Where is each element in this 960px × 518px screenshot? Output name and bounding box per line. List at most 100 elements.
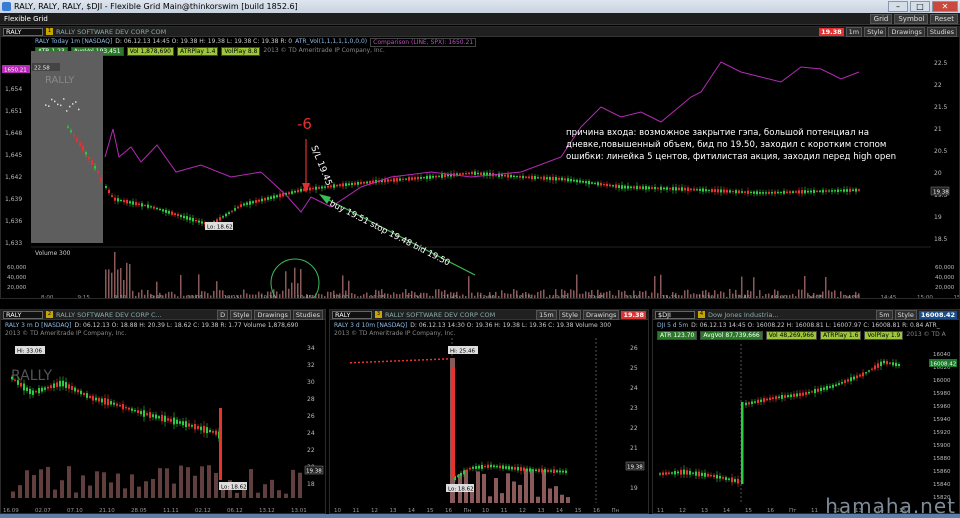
gap-up-candle xyxy=(741,402,744,484)
link-icon[interactable]: 1 xyxy=(46,28,53,35)
volume-bar xyxy=(288,288,290,298)
volume-bar xyxy=(798,289,800,298)
daily-candle xyxy=(50,385,52,389)
volume-bar xyxy=(393,292,395,298)
premarket-tick xyxy=(54,100,56,103)
main-candle xyxy=(216,219,218,222)
style-button[interactable]: Style xyxy=(230,310,253,320)
main-candle xyxy=(561,177,563,181)
symbol-input[interactable]: $DJI xyxy=(655,310,695,319)
main-candle xyxy=(201,221,203,224)
volume-bar xyxy=(270,479,274,498)
main-candle xyxy=(564,178,566,181)
volume-bar xyxy=(324,296,326,298)
volume-bar xyxy=(144,481,148,498)
daily-candle xyxy=(98,397,100,402)
time-axis-label: 11:30 xyxy=(406,295,422,299)
main-candle xyxy=(588,180,590,185)
main-candle xyxy=(669,188,671,190)
dji-prior-candle xyxy=(674,471,676,475)
volume-bar xyxy=(621,291,623,298)
stop-loss-label: S/L 19.45 xyxy=(308,144,333,187)
volume-bar xyxy=(366,292,368,298)
timeframe-button[interactable]: 5m xyxy=(876,310,893,320)
studies-button[interactable]: Studies xyxy=(926,27,957,37)
dji-prior-candle xyxy=(686,470,688,475)
dji-price-chart[interactable]: 1604016020160001598015960159401592015900… xyxy=(653,344,959,514)
main-candle xyxy=(414,177,416,180)
dji-prior-candle xyxy=(704,472,706,477)
style-button[interactable]: Style xyxy=(558,310,582,320)
minimize-button[interactable]: – xyxy=(888,1,908,12)
timeframe-button[interactable]: 15m xyxy=(536,310,557,320)
main-candle xyxy=(666,187,668,190)
dji-candle xyxy=(832,384,834,388)
volume-bar xyxy=(795,296,797,298)
main-candle xyxy=(807,190,809,193)
main-candle xyxy=(234,208,236,211)
volume-bar xyxy=(792,293,794,298)
main-candle xyxy=(762,192,764,194)
dji-candle xyxy=(748,402,750,405)
volume-bar xyxy=(726,296,728,298)
maximize-button[interactable]: □ xyxy=(910,1,930,12)
style-button[interactable]: Style xyxy=(864,27,887,37)
daily-candle xyxy=(188,423,190,427)
premarket-candle xyxy=(67,126,69,128)
volume-bar xyxy=(102,472,106,498)
grid-button[interactable]: Grid xyxy=(869,14,893,24)
close-button[interactable]: ✕ xyxy=(932,1,958,12)
main-candle xyxy=(108,189,110,194)
volume-bar xyxy=(459,295,461,298)
dji-candle xyxy=(757,399,759,404)
main-candle xyxy=(831,190,833,192)
link-icon[interactable]: 2 xyxy=(46,311,53,318)
symbol-input[interactable]: RALY xyxy=(3,27,43,36)
style-button[interactable]: Style xyxy=(894,310,917,320)
drawings-button[interactable]: Drawings xyxy=(583,310,620,320)
drawings-button[interactable]: Drawings xyxy=(254,310,291,320)
main-candle xyxy=(120,199,122,202)
link-icon[interactable]: 3 xyxy=(375,311,382,318)
window-controls: – □ ✕ xyxy=(888,1,958,12)
reset-button[interactable]: Reset xyxy=(930,14,958,24)
time-axis-label: 10:00 xyxy=(187,295,203,299)
main-candle xyxy=(624,185,626,189)
daily-candle xyxy=(23,383,25,391)
studies-button[interactable]: Studies xyxy=(292,310,323,320)
main-candle xyxy=(741,191,743,193)
main-price-chart[interactable]: RALLY22.52221.52120.52019.51918.51,6541,… xyxy=(1,37,959,299)
dji-prior-candle xyxy=(734,479,736,482)
volume-axis-label: 40,000 xyxy=(935,275,955,281)
link-icon[interactable]: 4 xyxy=(698,311,705,318)
symbol-input[interactable]: RALY xyxy=(3,310,43,319)
daily-candle xyxy=(14,379,16,381)
prior-session-tick xyxy=(386,360,388,363)
volume-bar xyxy=(714,290,716,298)
price-axis-label: 25 xyxy=(630,365,638,372)
dji-candle xyxy=(880,361,882,366)
timeframe-button[interactable]: 1m xyxy=(845,27,863,37)
intraday-price-chart[interactable]: 2625242322212019Hi: 25.46Lo: 18.6219.381… xyxy=(330,338,648,514)
symbol-button[interactable]: Symbol xyxy=(894,14,929,24)
time-axis-label: 11:45 xyxy=(443,295,459,299)
timeframe-button[interactable]: D xyxy=(217,310,229,320)
intra-candle xyxy=(499,465,501,469)
daily-price-chart[interactable]: RALLY343230282624222018Hi: 33.06Lo: 18.6… xyxy=(1,338,325,514)
daily-candle xyxy=(143,410,145,417)
volume-bar xyxy=(648,296,650,298)
volume-bar xyxy=(126,262,128,298)
dji-candle xyxy=(805,392,807,395)
time-axis-label: 15:00 xyxy=(917,295,933,299)
volume-axis-label: 60,000 xyxy=(935,265,955,271)
main-candle xyxy=(252,201,254,204)
drawings-button[interactable]: Drawings xyxy=(888,27,925,37)
spx-axis-label: 1,648 xyxy=(5,130,22,137)
symbol-input[interactable]: RALY xyxy=(332,310,372,319)
main-candle xyxy=(537,177,539,179)
dji-candle xyxy=(847,379,849,382)
main-candle xyxy=(756,191,758,195)
volume-bar xyxy=(284,493,288,498)
main-candle xyxy=(360,182,362,185)
hi-label: Hi: 33.06 xyxy=(17,349,43,355)
